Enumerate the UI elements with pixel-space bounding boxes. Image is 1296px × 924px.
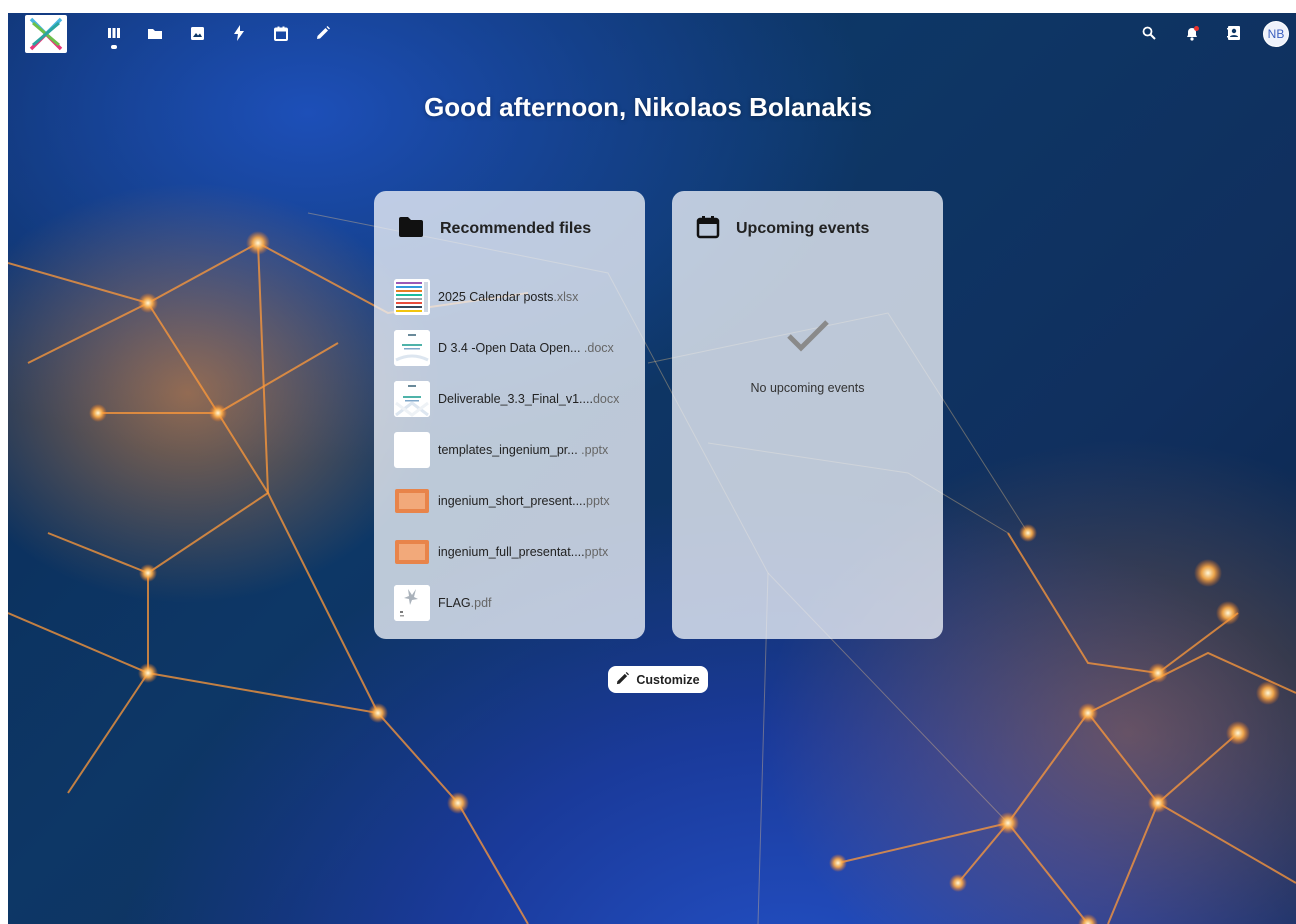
background-image [8, 13, 1296, 924]
presentation-thumbnail [394, 483, 430, 519]
file-name: ingenium_full_presentat.... [438, 544, 585, 559]
app-logo[interactable] [25, 15, 67, 53]
file-extension: .pptx [577, 442, 609, 457]
notifications-icon[interactable] [1182, 23, 1202, 43]
pdf-thumbnail [394, 584, 430, 621]
file-extension: .xlsx [553, 289, 579, 304]
contacts-icon[interactable] [1224, 23, 1244, 43]
blank-thumbnail [394, 431, 430, 468]
upcoming-events-header: Upcoming events [696, 215, 869, 243]
file-name: ingenium_short_present.... [438, 493, 587, 508]
file-name: D 3.4 -Open Data Open... [438, 340, 581, 355]
file-name: 2025 Calendar posts [438, 289, 554, 304]
dashboard-icon[interactable] [104, 23, 124, 43]
greeting-heading: Good afternoon, Nikolaos Bolanakis [424, 92, 872, 122]
active-app-indicator [111, 45, 117, 49]
file-extension: .docx [580, 340, 614, 355]
checkmark-icon [672, 319, 943, 353]
calendar-icon[interactable] [271, 23, 291, 43]
folder-icon [398, 216, 424, 243]
file-name: FLAG [438, 595, 471, 610]
files-icon[interactable] [145, 23, 165, 43]
file-name: Deliverable_3.3_Final_v1.... [438, 391, 593, 406]
notes-icon[interactable] [313, 23, 333, 43]
activity-icon[interactable] [229, 23, 249, 43]
customize-button[interactable]: Customize [608, 666, 708, 693]
file-name: templates_ingenium_pr... [438, 442, 578, 457]
file-item[interactable]: ingenium_full_presentat....pptx [394, 526, 634, 577]
file-extension: pptx [586, 493, 610, 508]
recommended-files-title: Recommended files [440, 220, 592, 237]
upcoming-events-title: Upcoming events [736, 220, 870, 237]
customize-label: Customize [636, 672, 700, 687]
document-thumbnail [394, 329, 430, 366]
file-extension: .pdf [470, 595, 492, 610]
upcoming-events-widget: Upcoming events No upcoming events [672, 191, 943, 639]
calendar-icon [696, 215, 720, 244]
spreadsheet-thumbnail [394, 278, 430, 315]
file-extension: docx [592, 391, 620, 406]
recommended-files-widget: Recommended files 2025 Calendar posts.xl [374, 191, 645, 639]
photos-icon[interactable] [187, 23, 207, 43]
pencil-icon [616, 671, 630, 688]
file-item[interactable]: 2025 Calendar posts.xlsx [394, 271, 634, 322]
file-item[interactable]: templates_ingenium_pr... .pptx [394, 424, 634, 475]
file-item[interactable]: ingenium_short_present....pptx [394, 475, 634, 526]
recommended-files-list: 2025 Calendar posts.xlsx D 3.4 -Open Dat… [394, 271, 634, 628]
top-navigation-bar: NB [8, 13, 1296, 57]
user-avatar[interactable]: NB [1263, 21, 1289, 47]
file-extension: pptx [584, 544, 609, 559]
file-item[interactable]: D 3.4 -Open Data Open... .docx [394, 322, 634, 373]
recommended-files-header: Recommended files [398, 215, 591, 243]
search-icon[interactable] [1139, 23, 1159, 43]
file-item[interactable]: Deliverable_3.3_Final_v1....docx [394, 373, 634, 424]
file-item[interactable]: FLAG.pdf [394, 577, 634, 628]
document-thumbnail [394, 380, 430, 417]
no-events-message: No upcoming events [750, 381, 865, 395]
presentation-thumbnail [394, 534, 430, 570]
